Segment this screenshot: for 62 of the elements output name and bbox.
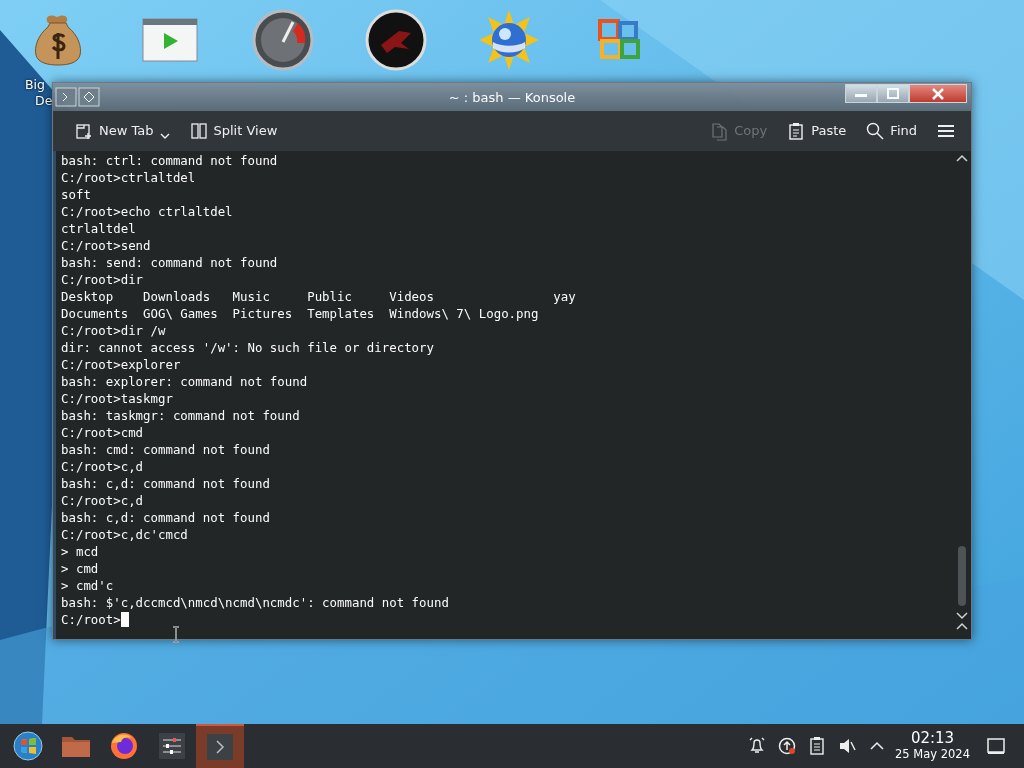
terminal-icon	[205, 732, 235, 762]
new-tab-icon	[75, 121, 93, 141]
search-icon	[866, 121, 885, 141]
split-view-icon	[189, 121, 208, 141]
terminal-line: bash: cmd: command not found	[61, 441, 270, 458]
terminal-line: bash: ctrl: command not found	[61, 152, 278, 169]
clipboard-icon	[787, 121, 806, 141]
terminal-line: C:/root>taskmgr	[61, 390, 173, 407]
icon-label: Big	[25, 77, 45, 93]
terminal-line: bash: send: command not found	[61, 254, 278, 271]
toolbar-button[interactable]: Find	[860, 117, 923, 145]
clock-date: 25 May 2024	[895, 749, 970, 761]
text-cursor-icon	[171, 626, 181, 643]
terminal-line: C:/root>c,d	[61, 458, 144, 475]
show-desktop-icon[interactable]	[986, 737, 1006, 755]
window-menu-icon[interactable]	[55, 87, 101, 107]
terminal-line: dir: cannot access '/w': No such file or directory	[61, 339, 434, 356]
terminal-line: bash: c,d: command not found	[61, 475, 270, 492]
clock[interactable]: 02:13 25 May 2024	[895, 731, 970, 761]
terminal-line: bash: explorer: command not found	[61, 373, 308, 390]
terminal-line: ctrlaltdel	[61, 220, 136, 237]
terminal-line: C:/root>ctrlaltdel	[61, 169, 196, 186]
close-icon	[931, 87, 945, 100]
terminal-line: > cmd'c	[61, 577, 114, 594]
terminal-line: C:/root>c,dc'cmcd	[61, 526, 188, 543]
terminal-line: C:/root>send	[61, 237, 151, 254]
terminal-line: > cmd	[61, 560, 99, 577]
terminal-line: C:/root>dir	[61, 271, 144, 288]
terminal-line: C:/root>explorer	[61, 356, 181, 373]
toolbar-button[interactable]: New Tab	[69, 117, 176, 145]
toolbar-button[interactable]: Split View	[183, 117, 284, 145]
window-title: ~ : bash — Konsole	[448, 89, 576, 107]
copy-icon	[710, 121, 729, 141]
terminal-line: C:/root>dir /w	[61, 322, 166, 339]
sun-globe-icon[interactable]	[478, 9, 540, 71]
alarm-bell-icon[interactable]	[747, 736, 767, 756]
gauge-icon[interactable]	[252, 9, 314, 71]
menu-icon	[937, 124, 955, 138]
terminal-line: bash: taskmgr: command not found	[61, 407, 300, 424]
update-icon[interactable]	[777, 736, 797, 756]
close-button[interactable]	[909, 84, 967, 103]
terminal-line: Desktop Downloads Music Public Videos yay	[61, 288, 576, 305]
terminal-line: C:/root>echo ctrlaltdel	[61, 203, 233, 220]
icon-label: De	[35, 93, 53, 109]
text-cursor	[120, 612, 129, 627]
terminal-line: C:/root>c,d	[61, 492, 144, 509]
maximize-icon	[886, 87, 900, 100]
toolbar-button[interactable]: Paste	[781, 117, 853, 145]
clipboard-icon[interactable]	[807, 736, 827, 756]
mixer-icon	[157, 731, 187, 761]
terminal-line: > mcd	[61, 543, 99, 560]
terminal-prompt: C:/root>	[61, 611, 121, 628]
clock-time: 02:13	[910, 731, 955, 747]
emblem-icon[interactable]	[365, 9, 427, 71]
terminal-line: bash: c,d: command not found	[61, 509, 270, 526]
muted-speaker-icon[interactable]	[837, 736, 857, 756]
terminal-line: Documents GOG\ Games Pictures Templates Windows\ 7\ Logo.png	[61, 305, 539, 322]
start-orb-icon	[13, 731, 43, 761]
terminal-line: soft	[61, 186, 91, 203]
terminal-line: C:/root>cmd	[61, 424, 144, 441]
terminal-line: bash: $'c,dccmcd\nmcd\ncmd\ncmdc': command not found	[61, 594, 449, 611]
firefox-icon	[109, 731, 139, 761]
